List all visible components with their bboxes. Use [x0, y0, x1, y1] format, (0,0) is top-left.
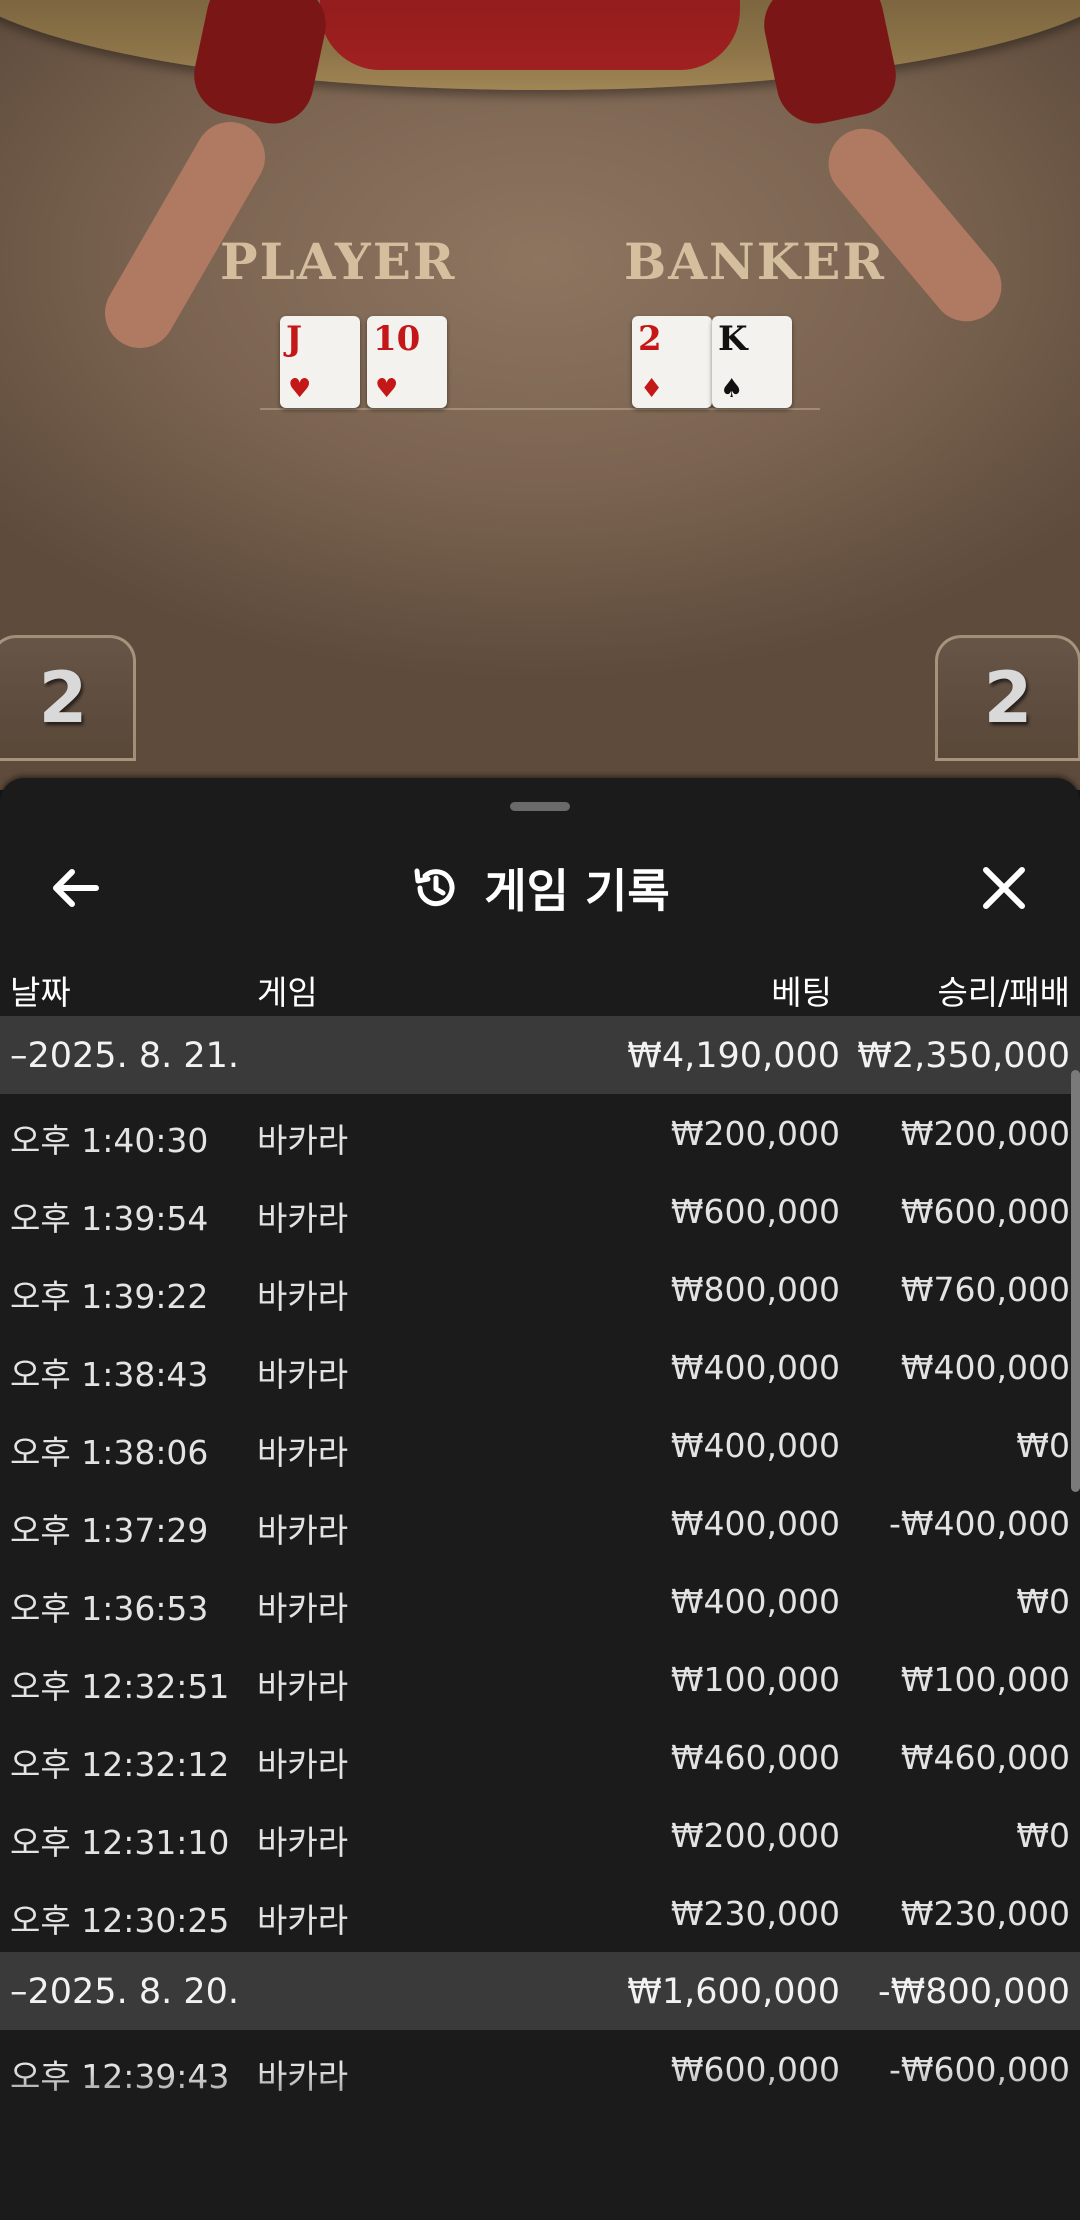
- game-history-sheet: 게임 기록 날짜 게임 베팅 승리/패배 –2025. 8. 21. ₩4,190…: [0, 778, 1080, 2220]
- history-row[interactable]: 오후 1:39:54 바카라 ₩600,000 ₩600,000: [0, 1172, 1080, 1250]
- row-bet: ₩400,000: [670, 1504, 840, 1543]
- row-game: 바카라: [257, 1355, 349, 1394]
- history-row[interactable]: 오후 12:32:12 바카라 ₩460,000 ₩460,000: [0, 1718, 1080, 1796]
- row-game: 바카라: [257, 2057, 349, 2096]
- row-result: ₩230,000: [900, 1894, 1070, 1933]
- history-icon: [414, 868, 455, 907]
- row-time: 오후 12:31:10: [10, 1823, 230, 1862]
- row-time: 오후 12:30:25: [10, 1901, 230, 1940]
- dealer-arm-right: [756, 0, 904, 131]
- history-list[interactable]: –2025. 8. 21. ₩4,190,000 ₩2,350,000 오후 1:40…: [0, 1016, 1080, 2108]
- close-icon: [983, 867, 1025, 909]
- player-card-2: 10 ♥: [367, 316, 447, 408]
- history-row[interactable]: 오후 12:30:25 바카라 ₩230,000 ₩230,000: [0, 1874, 1080, 1952]
- group-result-total: ₩2,350,000: [857, 1036, 1070, 1076]
- row-result: ₩600,000: [900, 1192, 1070, 1231]
- dealer-forearm-right: [814, 114, 1016, 336]
- history-row[interactable]: 오후 12:32:51 바카라 ₩100,000 ₩100,000: [0, 1640, 1080, 1718]
- close-button[interactable]: [966, 850, 1042, 926]
- row-game: 바카라: [257, 1589, 349, 1628]
- row-result: ₩0: [1016, 1816, 1070, 1855]
- row-game: 바카라: [257, 1121, 349, 1160]
- row-time: 오후 12:32:12: [10, 1745, 230, 1784]
- group-date: –2025. 8. 21.: [10, 1036, 240, 1076]
- row-result: ₩400,000: [900, 1348, 1070, 1387]
- row-time: 오후 12:32:51: [10, 1667, 230, 1706]
- row-time: 오후 1:39:54: [10, 1199, 209, 1238]
- row-game: 바카라: [257, 1277, 349, 1316]
- banker-card-1: 2 ♦: [632, 316, 712, 408]
- sheet-header: 게임 기록: [0, 828, 1080, 938]
- column-game: 게임: [257, 973, 318, 1012]
- column-date: 날짜: [10, 973, 71, 1012]
- group-date: –2025. 8. 20.: [10, 1972, 240, 2012]
- row-bet: ₩200,000: [670, 1114, 840, 1153]
- row-result: ₩200,000: [900, 1114, 1070, 1153]
- row-time: 오후 12:39:43: [10, 2057, 230, 2096]
- row-result: -₩400,000: [888, 1504, 1070, 1543]
- dealer-arm-left: [186, 0, 334, 131]
- row-result: ₩0: [1016, 1582, 1070, 1621]
- row-bet: ₩400,000: [670, 1582, 840, 1621]
- row-bet: ₩100,000: [670, 1660, 840, 1699]
- row-bet: ₩200,000: [670, 1816, 840, 1855]
- row-bet: ₩400,000: [670, 1348, 840, 1387]
- column-bet: 베팅: [771, 973, 832, 1012]
- sheet-drag-handle[interactable]: [510, 802, 570, 811]
- row-game: 바카라: [257, 1667, 349, 1706]
- player-score-badge: 2: [0, 635, 136, 761]
- row-bet: ₩600,000: [670, 2050, 840, 2089]
- history-row[interactable]: 오후 12:39:43 바카라 ₩600,000 -₩600,000: [0, 2030, 1080, 2108]
- row-time: 오후 1:40:30: [10, 1121, 209, 1160]
- scrollbar[interactable]: [1071, 1070, 1080, 1492]
- history-row[interactable]: 오후 1:39:22 바카라 ₩800,000 ₩760,000: [0, 1250, 1080, 1328]
- sheet-title: 게임 기록: [484, 864, 670, 918]
- row-game: 바카라: [257, 1823, 349, 1862]
- date-group-header[interactable]: –2025. 8. 21. ₩4,190,000 ₩2,350,000: [0, 1016, 1080, 1094]
- table-line: [260, 408, 820, 410]
- history-row[interactable]: 오후 1:36:53 바카라 ₩400,000 ₩0: [0, 1562, 1080, 1640]
- player-card-1: J ♥: [280, 316, 360, 408]
- row-game: 바카라: [257, 1901, 349, 1940]
- row-game: 바카라: [257, 1745, 349, 1784]
- row-result: ₩100,000: [900, 1660, 1070, 1699]
- group-bet-total: ₩4,190,000: [627, 1036, 840, 1076]
- history-row[interactable]: 오후 1:40:30 바카라 ₩200,000 ₩200,000: [0, 1094, 1080, 1172]
- dealer: [320, 0, 740, 70]
- live-game-video: PLAYER BANKER J ♥ 10 ♥ 2 ♦ K ♠ 2 2: [0, 0, 1080, 790]
- row-bet: ₩800,000: [670, 1270, 840, 1309]
- row-time: 오후 1:39:22: [10, 1277, 209, 1316]
- row-time: 오후 1:37:29: [10, 1511, 209, 1550]
- row-result: ₩460,000: [900, 1738, 1070, 1777]
- row-time: 오후 1:36:53: [10, 1589, 209, 1628]
- table-header: 날짜 게임 베팅 승리/패배: [0, 956, 1080, 1016]
- row-game: 바카라: [257, 1433, 349, 1472]
- row-result: ₩0: [1016, 1426, 1070, 1465]
- row-result: ₩760,000: [900, 1270, 1070, 1309]
- row-result: -₩600,000: [888, 2050, 1070, 2089]
- row-bet: ₩230,000: [670, 1894, 840, 1933]
- row-bet: ₩400,000: [670, 1426, 840, 1465]
- row-game: 바카라: [257, 1199, 349, 1238]
- column-result: 승리/패배: [937, 973, 1070, 1012]
- group-result-total: -₩800,000: [878, 1972, 1070, 2012]
- history-row[interactable]: 오후 1:38:06 바카라 ₩400,000 ₩0: [0, 1406, 1080, 1484]
- group-bet-total: ₩1,600,000: [627, 1972, 840, 2012]
- row-bet: ₩600,000: [670, 1192, 840, 1231]
- banker-score-badge: 2: [935, 635, 1080, 761]
- banker-card-2: K ♠: [712, 316, 792, 408]
- player-zone-label: PLAYER: [220, 232, 457, 291]
- row-time: 오후 1:38:06: [10, 1433, 209, 1472]
- history-row[interactable]: 오후 1:37:29 바카라 ₩400,000 -₩400,000: [0, 1484, 1080, 1562]
- row-game: 바카라: [257, 1511, 349, 1550]
- row-time: 오후 1:38:43: [10, 1355, 209, 1394]
- history-row[interactable]: 오후 1:38:43 바카라 ₩400,000 ₩400,000: [0, 1328, 1080, 1406]
- date-group-header[interactable]: –2025. 8. 20. ₩1,600,000 -₩800,000: [0, 1952, 1080, 2030]
- history-row[interactable]: 오후 12:31:10 바카라 ₩200,000 ₩0: [0, 1796, 1080, 1874]
- row-bet: ₩460,000: [670, 1738, 840, 1777]
- banker-zone-label: BANKER: [624, 232, 886, 291]
